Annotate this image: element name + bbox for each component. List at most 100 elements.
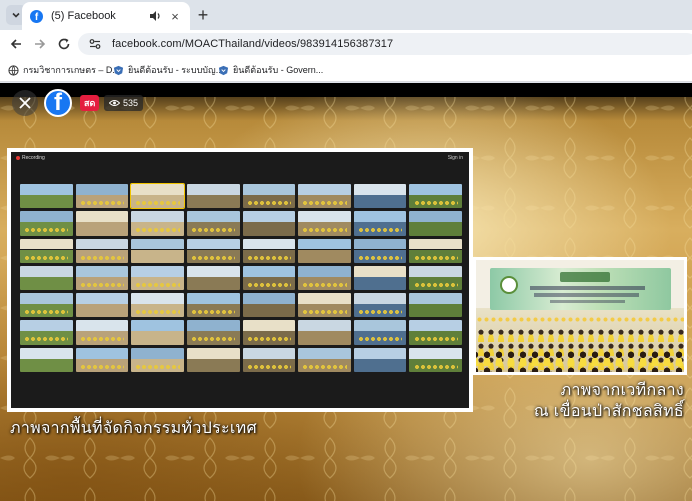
participant-tile xyxy=(409,320,462,345)
participant-tile xyxy=(298,293,351,318)
participant-tile xyxy=(20,238,73,263)
participant-tile xyxy=(20,211,73,236)
central-stage-image xyxy=(476,260,684,372)
record-dot-icon xyxy=(16,156,20,160)
participant-tile xyxy=(131,238,184,263)
participant-tile xyxy=(131,211,184,236)
chevron-down-icon xyxy=(12,12,20,18)
participant-tile xyxy=(298,184,351,209)
participant-tile xyxy=(186,211,240,236)
live-badge: สด xyxy=(80,95,100,111)
participant-tile xyxy=(353,238,407,263)
participant-tile xyxy=(20,320,73,345)
tab-title: (5) Facebook xyxy=(51,10,116,22)
zoom-gallery-view: Recording Sign in xyxy=(11,152,469,408)
bookmark-item-accounting[interactable]: ยินดีต้อนรับ - ระบบบัญ... xyxy=(113,63,223,77)
participant-tile xyxy=(186,265,240,291)
eye-icon xyxy=(109,100,120,106)
participant-tile xyxy=(20,184,73,209)
participant-tile xyxy=(353,347,407,372)
viewer-count-badge: 535 xyxy=(104,95,144,111)
arrow-left-icon xyxy=(10,39,21,49)
participant-tile xyxy=(242,293,296,318)
viewer-count: 535 xyxy=(123,98,139,108)
facebook-favicon-icon: f xyxy=(30,9,43,23)
caption-nationwide: ภาพจากพื้นที่จัดกิจกรรมทั่วประเทศ xyxy=(10,420,257,437)
bookmark-site-icon xyxy=(113,65,124,75)
participant-tile xyxy=(75,238,129,263)
close-icon xyxy=(19,97,31,109)
participant-tile xyxy=(409,211,462,236)
participant-tile xyxy=(75,293,129,318)
browser-toolbar: facebook.com/MOACThailand/videos/9839141… xyxy=(0,30,692,58)
participant-tile xyxy=(242,211,296,236)
participant-tile xyxy=(298,238,351,263)
bookmark-label: ยินดีต้อนรับ - ระบบบัญ... xyxy=(128,65,224,75)
video-player[interactable]: f สด 535 Recording Sign in ภาพจากพื้นที่… xyxy=(0,83,692,501)
participant-tile xyxy=(242,184,296,209)
ministry-logo-icon xyxy=(500,276,518,294)
participant-tile xyxy=(131,293,184,318)
participant-tile xyxy=(186,347,240,372)
participant-tile xyxy=(242,320,296,345)
participant-tile xyxy=(353,265,407,291)
caption-location: ณ เขื่อนป่าสักชลสิทธิ์ xyxy=(533,403,684,420)
participant-tile xyxy=(186,184,240,209)
site-settings-icon[interactable] xyxy=(88,37,102,51)
participant-tile xyxy=(242,238,296,263)
new-tab-button[interactable]: + xyxy=(193,5,213,25)
video-top-letterbox xyxy=(0,83,692,97)
participant-tile xyxy=(353,293,407,318)
reload-icon xyxy=(58,38,70,50)
central-stage-frame xyxy=(473,257,687,375)
participant-tile xyxy=(75,265,129,291)
participant-tile xyxy=(298,211,351,236)
participant-tile xyxy=(353,320,407,345)
bookmark-item-doa[interactable]: กรมวิชาการเกษตร – D... xyxy=(8,63,120,77)
url-text: facebook.com/MOACThailand/videos/9839141… xyxy=(112,38,394,50)
participant-tile xyxy=(75,347,129,372)
nationwide-activities-frame: Recording Sign in xyxy=(7,148,473,412)
participant-tile xyxy=(20,293,73,318)
browser-tab-facebook[interactable]: f (5) Facebook × xyxy=(22,2,190,30)
reload-button[interactable] xyxy=(54,34,74,54)
close-tab-button[interactable]: × xyxy=(168,9,182,23)
participant-tile xyxy=(298,265,351,291)
close-video-button[interactable] xyxy=(12,90,38,116)
address-bar[interactable]: facebook.com/MOACThailand/videos/9839141… xyxy=(78,33,692,55)
bookmark-site-icon xyxy=(218,65,229,75)
participant-tile xyxy=(20,347,73,372)
back-button[interactable] xyxy=(6,34,26,54)
participant-tile xyxy=(131,320,184,345)
participant-tile xyxy=(353,184,407,209)
participant-tile xyxy=(186,293,240,318)
zoom-signin-label: Sign in xyxy=(447,155,463,161)
crowd-front xyxy=(476,350,684,372)
participant-tile xyxy=(409,238,462,263)
participant-tile xyxy=(409,184,462,209)
stage-banner xyxy=(490,268,671,310)
participant-tile xyxy=(131,265,184,291)
participant-tile xyxy=(409,347,462,372)
participant-tile xyxy=(131,347,184,372)
participant-tile xyxy=(298,347,351,372)
facebook-logo-icon[interactable]: f xyxy=(44,89,72,117)
recording-indicator: Recording xyxy=(16,155,45,161)
participant-tile xyxy=(75,184,129,209)
bookmark-item-government[interactable]: ยินดีต้อนรับ - Govern... xyxy=(218,63,323,77)
bookmark-label: ยินดีต้อนรับ - Govern... xyxy=(233,65,324,75)
stage-flowers xyxy=(476,316,684,324)
tab-strip: f (5) Facebook × + xyxy=(0,0,692,30)
participant-tile xyxy=(409,265,462,291)
speaker-icon[interactable] xyxy=(148,9,162,23)
arrow-right-icon xyxy=(35,39,46,49)
participant-grid xyxy=(20,182,462,372)
participant-tile xyxy=(242,265,296,291)
participant-tile xyxy=(186,320,240,345)
bookmark-label: กรมวิชาการเกษตร – D... xyxy=(23,65,120,75)
participant-tile xyxy=(75,320,129,345)
participant-tile xyxy=(75,211,129,236)
forward-button[interactable] xyxy=(30,34,50,54)
globe-icon xyxy=(8,64,19,76)
participant-tile xyxy=(186,238,240,263)
